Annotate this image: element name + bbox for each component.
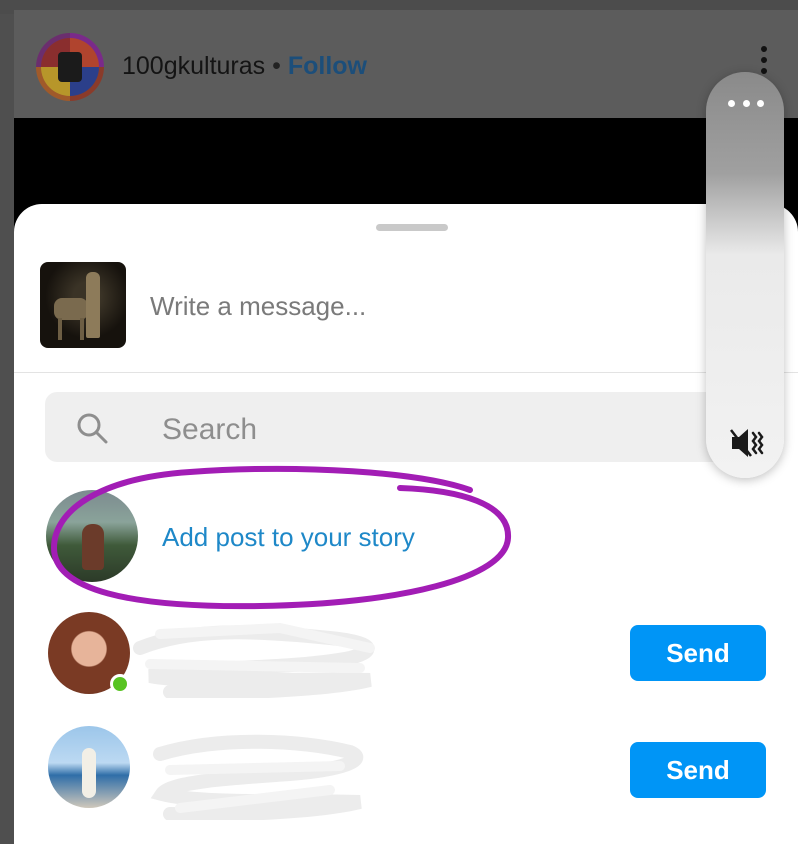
avatar-graphic	[58, 52, 82, 82]
divider	[14, 372, 798, 373]
story-avatar[interactable]	[46, 490, 138, 582]
more-icon[interactable]	[728, 100, 764, 112]
follow-link[interactable]: Follow	[288, 52, 367, 80]
search-icon	[77, 413, 108, 444]
sheet-drag-handle[interactable]	[376, 224, 448, 231]
message-input[interactable]	[150, 286, 670, 326]
send-button[interactable]: Send	[630, 625, 766, 681]
search-input[interactable]	[162, 410, 662, 450]
thumbnail-figure	[86, 272, 100, 338]
add-to-story-link[interactable]: Add post to your story	[162, 522, 415, 553]
post-thumbnail	[40, 262, 126, 348]
story-avatar-figure	[82, 524, 104, 570]
post-author-line: 100gkulturas • Follow	[122, 52, 367, 81]
send-button[interactable]: Send	[630, 742, 766, 798]
thumbnail-animal	[54, 298, 88, 320]
contact-avatar[interactable]	[48, 726, 130, 808]
avatar-ring-inner	[41, 38, 99, 96]
online-status-dot	[110, 674, 130, 694]
post-author-avatar[interactable]	[36, 33, 104, 101]
separator-dot: •	[272, 52, 281, 80]
thumbnail-leg	[80, 318, 84, 340]
contact-avatar-figure	[82, 748, 96, 798]
mute-icon[interactable]	[728, 424, 766, 462]
thumbnail-leg	[58, 318, 62, 340]
post-username[interactable]: 100gkulturas	[122, 52, 265, 80]
volume-slider[interactable]	[706, 72, 784, 478]
